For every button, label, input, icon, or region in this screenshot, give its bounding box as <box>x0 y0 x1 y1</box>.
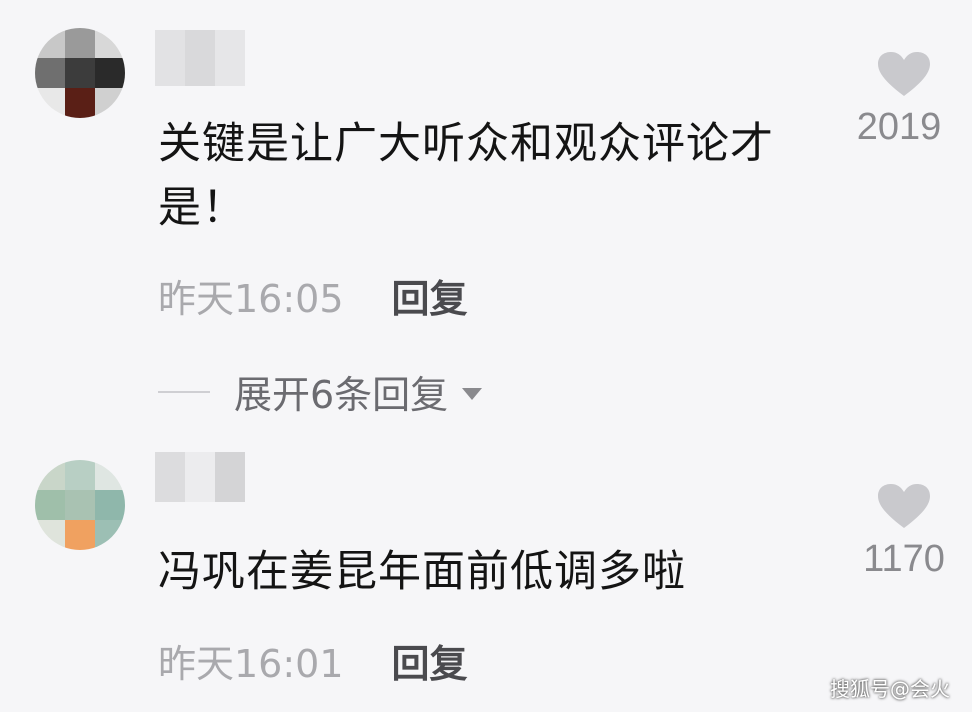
avatar[interactable] <box>35 460 125 550</box>
like-count: 2019 <box>856 106 942 148</box>
expand-replies-button[interactable]: 展开6条回复 <box>158 364 483 419</box>
triangle-down-icon <box>462 387 483 400</box>
heart-icon <box>878 484 930 528</box>
reply-button[interactable]: 回复 <box>392 268 468 323</box>
comment-meta: 昨天16:05 回复 <box>158 268 468 323</box>
expand-replies-label: 展开6条回复 <box>234 373 449 417</box>
like-count: 1170 <box>863 538 945 580</box>
comment-item: 关键是让广大听众和观众评论才是！ 2019 昨天16:05 回复 展开6条回复 <box>0 0 972 440</box>
divider-line <box>158 390 210 393</box>
timestamp: 昨天16:01 <box>158 642 344 686</box>
comment-item: 冯巩在姜昆年面前低调多啦 1170 昨天16:01 回复 <box>0 440 972 712</box>
watermark: 搜狐号@会火 <box>830 677 950 701</box>
comment-meta: 昨天16:01 回复 <box>158 633 468 688</box>
username-blurred[interactable] <box>155 452 245 502</box>
comment-text: 关键是让广大听众和观众评论才是！ <box>158 119 774 233</box>
timestamp: 昨天16:05 <box>158 277 344 321</box>
username-blurred[interactable] <box>155 30 245 86</box>
avatar[interactable] <box>35 28 125 118</box>
reply-button[interactable]: 回复 <box>392 633 468 688</box>
like-button[interactable]: 2019 <box>854 52 954 149</box>
like-button[interactable]: 1170 <box>854 484 954 581</box>
heart-icon <box>878 52 930 96</box>
comment-text: 冯巩在姜昆年面前低调多啦 <box>158 547 686 597</box>
